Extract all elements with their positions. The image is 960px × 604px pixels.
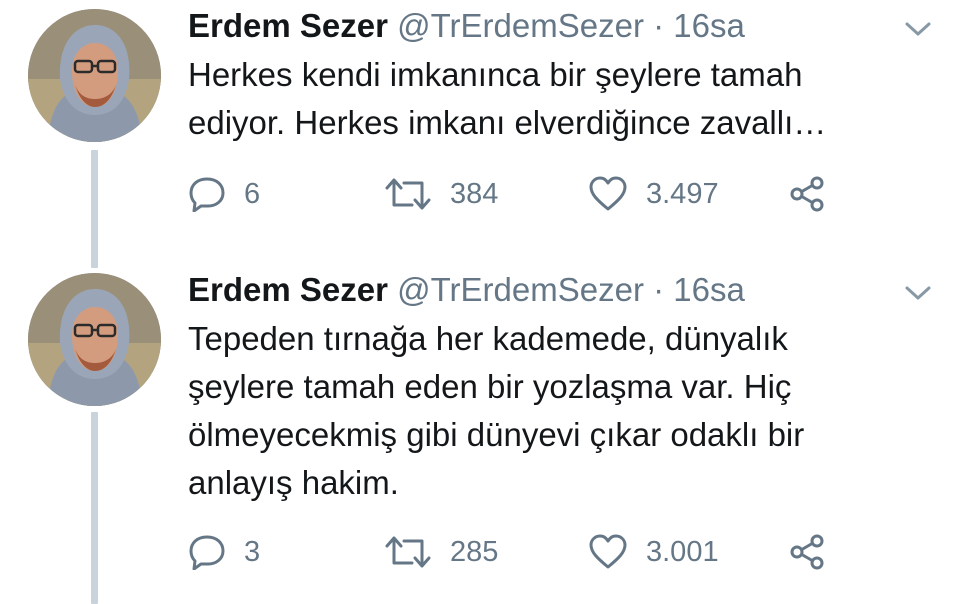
heart-icon [589,534,627,569]
reply-count: 3 [244,535,261,568]
tweet[interactable]: Erdem Sezer @TrErdemSezer · 16sa Tepeden… [0,264,960,604]
tweet-header: Erdem Sezer @TrErdemSezer · 16sa [188,270,745,310]
share-icon [790,176,824,212]
separator-dot: · [653,7,665,44]
tweet-text-line: Herkes kendi imkanınca bir şeylere tamah [188,56,803,93]
reply-icon [189,177,225,212]
action-bar: 3 285 3.001 [188,530,848,574]
tweet-text-line: Tepeden tırnağa her kademede, dünyalık [188,320,788,357]
avatar-image [28,273,161,406]
tweet-text-line: ölmeyecekmiş gibi dünyevi çıkar odaklı b… [188,416,805,453]
chevron-down-icon[interactable] [904,20,932,38]
heart-icon [589,176,627,211]
reply-button[interactable]: 3 [188,530,260,574]
tweet-text-line: anlayış hakim. [188,464,399,501]
reply-icon [189,535,225,570]
retweet-button[interactable]: 285 [384,530,498,574]
timestamp[interactable]: 16sa [673,7,745,44]
avatar-image [28,9,161,142]
author-handle[interactable]: @TrErdemSezer [397,7,644,44]
retweet-button[interactable]: 384 [384,172,498,216]
avatar[interactable] [28,9,161,142]
retweet-icon [385,536,431,568]
timestamp[interactable]: 16sa [673,271,745,308]
reply-count: 6 [244,177,261,210]
tweet-text: Herkes kendi imkanınca bir şeylere tamah… [188,51,928,147]
retweet-count: 285 [450,535,499,568]
action-bar: 6 384 3.497 [188,172,848,216]
author-name[interactable]: Erdem Sezer [188,7,388,44]
share-button[interactable] [788,172,828,216]
like-count: 3.497 [646,177,719,210]
share-button[interactable] [788,530,828,574]
tweet-header: Erdem Sezer @TrErdemSezer · 16sa [188,6,745,46]
author-handle[interactable]: @TrErdemSezer [397,271,644,308]
retweet-icon [385,178,431,210]
like-button[interactable]: 3.497 [588,172,719,216]
share-icon [790,534,824,570]
like-count: 3.001 [646,535,719,568]
tweet-text-line: şeylere tamah eden bir yozlaşma var. Hiç [188,368,792,405]
avatar[interactable] [28,273,161,406]
chevron-down-icon[interactable] [904,284,932,302]
author-name[interactable]: Erdem Sezer [188,271,388,308]
like-button[interactable]: 3.001 [588,530,719,574]
retweet-count: 384 [450,177,499,210]
reply-button[interactable]: 6 [188,172,260,216]
separator-dot: · [653,271,665,308]
tweet-text-line: ediyor. Herkes imkanı elverdiğince zaval… [188,104,827,141]
tweet[interactable]: Erdem Sezer @TrErdemSezer · 16sa Herkes … [0,0,960,250]
tweet-text: Tepeden tırnağa her kademede, dünyalık ş… [188,315,928,507]
